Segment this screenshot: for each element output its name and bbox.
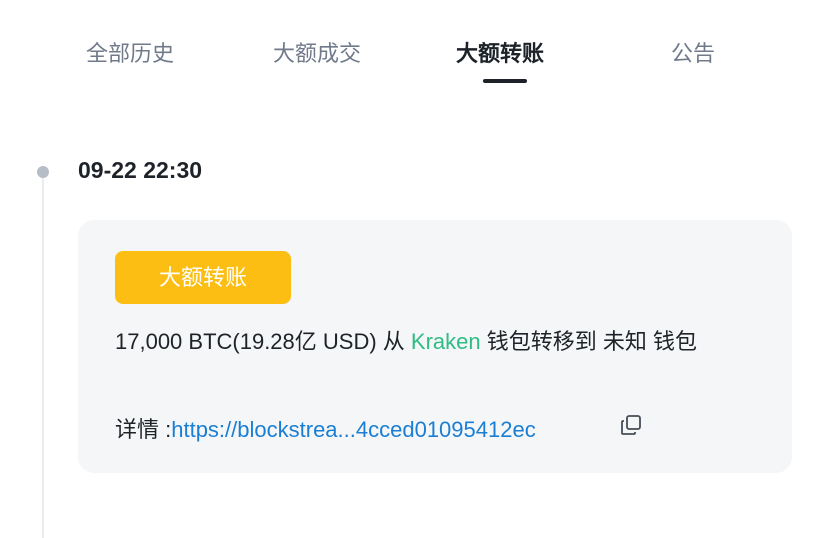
transfer-destination: 钱包转移到 未知 钱包 (480, 329, 697, 354)
from-word: 从 (376, 329, 411, 354)
tab-large-transfers[interactable]: 大额转账 (456, 36, 544, 68)
active-tab-indicator (483, 79, 527, 83)
event-timestamp: 09-22 22:30 (78, 157, 203, 183)
details-label: 详情 : (115, 417, 172, 442)
transfer-summary: 17,000 BTC(19.28亿 USD) 从 Kraken 钱包转移到 未知… (115, 324, 697, 356)
transfer-amount: 17,000 BTC(19.28亿 USD) (115, 329, 377, 354)
source-exchange: Kraken (410, 329, 481, 354)
transfer-card: 大额转账 17,000 BTC(19.28亿 USD) 从 Kraken 钱包转… (78, 220, 792, 473)
timeline-line (42, 172, 44, 538)
tab-large-trades[interactable]: 大额成交 (273, 36, 361, 68)
details-row: 详情 :https://blockstrea...4cced01095412ec (115, 412, 536, 444)
tab-announcements[interactable]: 公告 (671, 36, 715, 68)
copy-icon[interactable] (619, 413, 643, 437)
transaction-link[interactable]: https://blockstrea...4cced01095412ec (171, 417, 535, 442)
page: 全部历史 大额成交 大额转账 公告 09-22 22:30 大额转账 17,00… (0, 0, 828, 538)
tab-bar: 全部历史 大额成交 大额转账 公告 (0, 36, 828, 86)
tab-all-history[interactable]: 全部历史 (86, 36, 174, 68)
large-transfer-badge: 大额转账 (115, 251, 291, 304)
timeline-dot (37, 166, 49, 178)
